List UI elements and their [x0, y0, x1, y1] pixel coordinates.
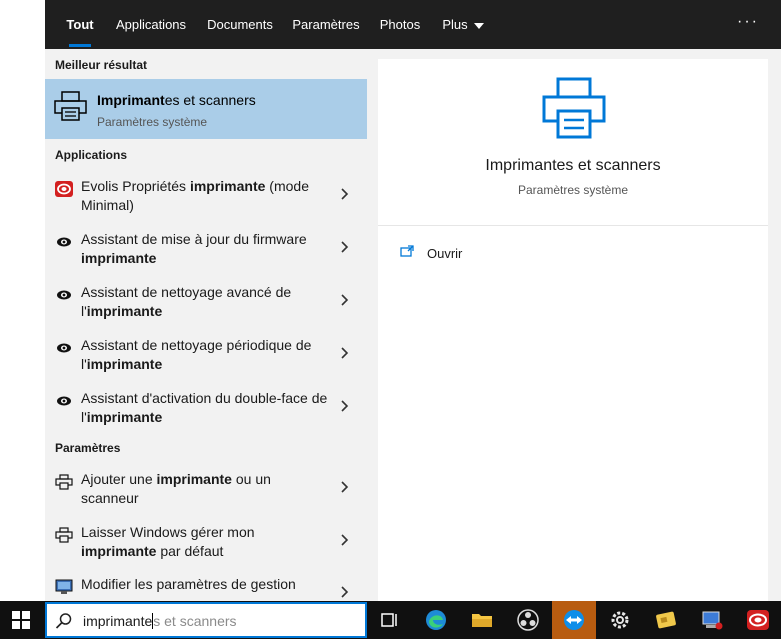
printer-icon [55, 527, 73, 543]
divider [378, 225, 768, 226]
setting-result-item[interactable]: Ajouter une imprimante ou un scanneur [45, 470, 367, 522]
app-result-item[interactable]: Assistant de nettoyage périodique de l'i… [45, 336, 367, 388]
best-result-subtitle: Paramètres système [97, 115, 208, 129]
search-icon [55, 613, 72, 629]
teamviewer-button[interactable] [552, 601, 596, 639]
chevron-right-icon[interactable] [340, 586, 349, 598]
open-label: Ouvrir [427, 246, 463, 261]
obs-icon [517, 609, 539, 631]
taskbar-search-box[interactable]: imprimantes et scanners [45, 602, 367, 638]
app-result-label: Evolis Propriétés imprimante (mode Minim… [81, 178, 309, 213]
tab-all[interactable]: Tout [57, 0, 103, 49]
evolis-icon [747, 610, 769, 630]
file-explorer-button[interactable] [460, 601, 504, 639]
app-result-label: Assistant de nettoyage périodique de l'i… [81, 337, 312, 372]
search-input[interactable]: imprimantes et scanners [83, 613, 237, 629]
app-result-label: Assistant de mise à jour du firmware imp… [81, 231, 307, 266]
eye-icon [57, 237, 71, 247]
more-options-button[interactable]: ··· [737, 0, 759, 49]
best-result-item[interactable]: Imprimantes et scanners Paramètres systè… [45, 79, 367, 139]
edge-button[interactable] [414, 601, 458, 639]
setting-result-label: Modifier les paramètres de gestion [81, 576, 296, 592]
eye-icon [57, 396, 71, 406]
edge-icon [426, 610, 446, 630]
app-result-label: Assistant d'activation du double-face de… [81, 390, 328, 425]
chevron-right-icon[interactable] [340, 534, 349, 546]
section-heading-best: Meilleur résultat [55, 58, 148, 72]
tab-photos[interactable]: Photos [375, 0, 425, 49]
tab-more[interactable]: Plus [437, 0, 489, 49]
screen: Tout Applications Documents Paramètres P… [0, 0, 781, 639]
printer-icon [542, 77, 606, 139]
eye-icon [57, 290, 71, 300]
card-app-button[interactable] [644, 601, 688, 639]
task-view-button[interactable] [368, 601, 412, 639]
setting-result-item[interactable]: Laisser Windows gérer mon imprimante par… [45, 523, 367, 575]
printer-icon [55, 474, 73, 490]
smart-card-icon [656, 611, 676, 629]
chevron-down-icon [473, 22, 484, 29]
app-result-item[interactable]: Assistant de mise à jour du firmware imp… [45, 230, 367, 282]
preview-title: Imprimantes et scanners [485, 157, 661, 174]
chevron-right-icon[interactable] [340, 294, 349, 306]
gear-icon [611, 611, 629, 629]
preview-panel: Imprimantes et scanners Paramètres systè… [378, 59, 768, 600]
panel-gap-right [768, 49, 781, 601]
tab-settings[interactable]: Paramètres [290, 0, 362, 49]
search-autocomplete-hint: s et scanners [153, 613, 237, 629]
app-result-item[interactable]: Assistant d'activation du double-face de… [45, 389, 367, 441]
teamviewer-icon [564, 610, 584, 630]
task-view-icon [381, 613, 397, 627]
section-heading-apps: Applications [55, 148, 128, 162]
chevron-right-icon[interactable] [340, 481, 349, 493]
eye-icon [57, 343, 71, 353]
search-tab-bar: Tout Applications Documents Paramètres P… [45, 0, 781, 49]
app-result-item[interactable]: Assistant de nettoyage avancé de l'impri… [45, 283, 367, 335]
printer-icon [54, 91, 87, 121]
tab-documents[interactable]: Documents [202, 0, 278, 49]
setting-result-label: Laisser Windows gérer mon imprimante par… [81, 524, 255, 559]
tab-more-label: Plus [442, 17, 468, 32]
windows-start-icon[interactable] [12, 611, 30, 629]
section-heading-settings: Paramètres [55, 441, 121, 455]
network-app-button[interactable] [690, 601, 734, 639]
app-result-label: Assistant de nettoyage avancé de l'impri… [81, 284, 292, 319]
monitor-icon [55, 579, 73, 594]
setting-result-label: Ajouter une imprimante ou un scanneur [81, 471, 271, 506]
evolis-app-button[interactable] [736, 601, 780, 639]
panel-gap-top [378, 49, 768, 59]
preview-subtitle: Paramètres système [517, 183, 629, 197]
folder-icon [472, 614, 492, 627]
results-panel: Meilleur résultat Imprimantes et scanner… [45, 49, 367, 601]
chevron-right-icon[interactable] [340, 347, 349, 359]
evolis-icon [55, 181, 73, 197]
chevron-right-icon[interactable] [340, 400, 349, 412]
panel-gap [367, 49, 378, 601]
network-computer-icon [702, 611, 723, 630]
obs-button[interactable] [506, 601, 550, 639]
chevron-right-icon[interactable] [340, 241, 349, 253]
setting-result-item[interactable]: Modifier les paramètres de gestion [45, 575, 367, 601]
app-result-item[interactable]: Evolis Propriétés imprimante (mode Minim… [45, 177, 367, 229]
tab-applications[interactable]: Applications [111, 0, 191, 49]
chevron-right-icon[interactable] [340, 188, 349, 200]
best-result-title: Imprimantes et scanners [97, 92, 256, 108]
open-icon [400, 245, 414, 257]
settings-app-button[interactable] [598, 601, 642, 639]
